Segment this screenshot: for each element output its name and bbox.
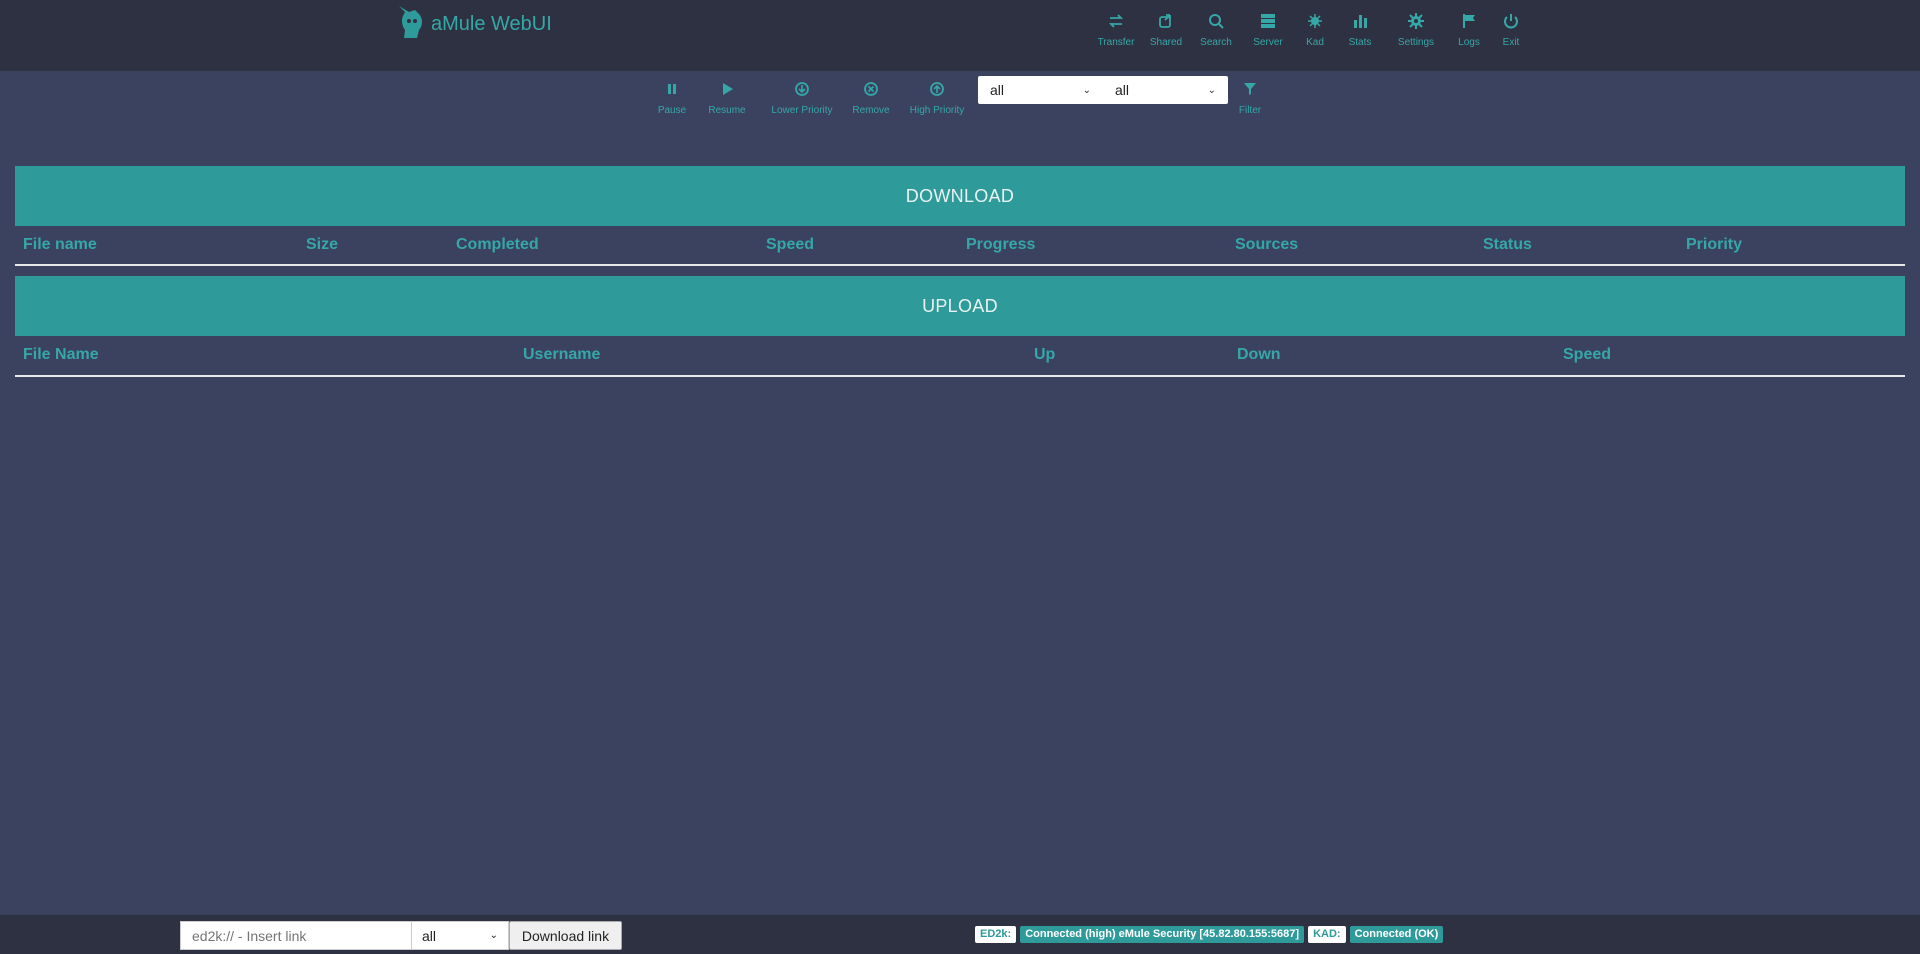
nav-settings[interactable]: Settings bbox=[1384, 12, 1448, 48]
main-nav: Transfer Shared Search Server Kad Stats … bbox=[1078, 12, 1532, 48]
pause-label: Pause bbox=[657, 105, 687, 116]
gear-icon bbox=[1408, 13, 1424, 29]
app-title: aMule WebUI bbox=[431, 12, 552, 35]
high-priority-label: High Priority bbox=[909, 105, 965, 116]
upload-title: UPLOAD bbox=[922, 295, 998, 316]
bar-chart-icon bbox=[1354, 15, 1367, 28]
kad-icon bbox=[1308, 14, 1322, 28]
power-icon bbox=[1504, 14, 1518, 29]
category-filter-value: all bbox=[1115, 82, 1130, 98]
nav-label: Exit bbox=[1502, 37, 1520, 48]
chevron-down-icon: ⌄ bbox=[1207, 84, 1216, 96]
transfer-toolbar: Pause Resume Lower Priority Remove High … bbox=[0, 80, 1920, 130]
arrow-up-circle-icon bbox=[930, 82, 944, 96]
column-progress[interactable]: Progress bbox=[966, 236, 1035, 254]
column-sources[interactable]: Sources bbox=[1235, 236, 1298, 254]
nav-exit[interactable]: Exit bbox=[1490, 12, 1532, 48]
search-icon bbox=[1209, 14, 1224, 29]
kad-label-badge: KAD: bbox=[1308, 926, 1346, 943]
column-size[interactable]: Size bbox=[306, 236, 338, 254]
column-file-name[interactable]: File Name bbox=[23, 346, 99, 364]
chevron-down-icon: ⌄ bbox=[489, 930, 498, 941]
share-icon bbox=[1159, 14, 1171, 28]
top-bar: aMule WebUI Transfer Shared Search Serve… bbox=[0, 0, 1920, 71]
connection-status: ED2k: Connected (high) eMule Security [4… bbox=[975, 926, 1444, 943]
remove-circle-icon bbox=[864, 82, 878, 96]
column-completed[interactable]: Completed bbox=[456, 236, 539, 254]
nav-label: Transfer bbox=[1097, 37, 1135, 48]
ed2k-label-badge: ED2k: bbox=[975, 926, 1017, 943]
nav-kad[interactable]: Kad bbox=[1294, 12, 1336, 48]
filter-selects: all ⌄ all ⌄ bbox=[978, 76, 1228, 104]
nav-logs[interactable]: Logs bbox=[1448, 12, 1490, 48]
link-category-select[interactable]: all ⌄ bbox=[411, 921, 509, 950]
nav-server[interactable]: Server bbox=[1242, 12, 1294, 48]
lower-priority-label: Lower Priority bbox=[771, 105, 833, 116]
nav-label: Server bbox=[1253, 37, 1283, 48]
download-title: DOWNLOAD bbox=[905, 185, 1015, 206]
upload-table-header: File Name Username Up Down Speed bbox=[15, 336, 1905, 377]
high-priority-button[interactable]: High Priority bbox=[906, 80, 968, 116]
nav-label: Shared bbox=[1149, 37, 1183, 48]
column-speed[interactable]: Speed bbox=[766, 236, 814, 254]
arrow-down-circle-icon bbox=[795, 82, 809, 96]
kad-status-badge: Connected (OK) bbox=[1349, 926, 1444, 943]
brand[interactable]: aMule WebUI bbox=[395, 4, 552, 45]
category-filter-select[interactable]: all ⌄ bbox=[1103, 76, 1228, 104]
chevron-down-icon: ⌄ bbox=[1082, 84, 1091, 96]
ed2k-link-input[interactable] bbox=[180, 921, 412, 950]
pause-icon bbox=[668, 84, 676, 94]
amule-logo-icon bbox=[395, 4, 427, 45]
flag-icon bbox=[1463, 14, 1475, 28]
remove-label: Remove bbox=[852, 105, 890, 116]
upload-header: UPLOAD bbox=[15, 276, 1905, 336]
ed2k-status-badge: Connected (high) eMule Security [45.82.8… bbox=[1020, 926, 1305, 943]
filter-button[interactable]: Filter bbox=[1234, 80, 1266, 116]
status-filter-value: all bbox=[990, 82, 1005, 98]
column-speed[interactable]: Speed bbox=[1563, 346, 1611, 364]
nav-shared[interactable]: Shared bbox=[1142, 12, 1190, 48]
column-up[interactable]: Up bbox=[1034, 346, 1055, 364]
nav-search[interactable]: Search bbox=[1190, 12, 1242, 48]
nav-transfer[interactable]: Transfer bbox=[1090, 12, 1142, 48]
nav-label: Kad bbox=[1306, 37, 1324, 48]
nav-label: Stats bbox=[1348, 37, 1372, 48]
download-table-header: File name Size Completed Speed Progress … bbox=[15, 226, 1905, 266]
status-filter-select[interactable]: all ⌄ bbox=[978, 76, 1103, 104]
remove-button[interactable]: Remove bbox=[850, 80, 892, 116]
column-priority[interactable]: Priority bbox=[1686, 236, 1742, 254]
nav-stats[interactable]: Stats bbox=[1336, 12, 1384, 48]
column-file-name[interactable]: File name bbox=[23, 236, 97, 254]
footer-bar: all ⌄ Download link ED2k: Connected (hig… bbox=[0, 915, 1920, 954]
nav-label: Logs bbox=[1458, 37, 1480, 48]
resume-button[interactable]: Resume bbox=[704, 80, 750, 116]
link-category-value: all bbox=[422, 927, 437, 944]
pause-button[interactable]: Pause bbox=[652, 80, 692, 116]
play-icon bbox=[723, 83, 733, 95]
download-link-button[interactable]: Download link bbox=[509, 921, 622, 950]
server-icon bbox=[1261, 14, 1275, 28]
resume-label: Resume bbox=[708, 105, 746, 116]
column-status[interactable]: Status bbox=[1483, 236, 1532, 254]
column-down[interactable]: Down bbox=[1237, 346, 1281, 364]
lower-priority-button[interactable]: Lower Priority bbox=[768, 80, 836, 116]
download-header: DOWNLOAD bbox=[15, 166, 1905, 226]
filter-icon bbox=[1244, 83, 1256, 95]
column-username[interactable]: Username bbox=[523, 346, 600, 364]
filter-label: Filter bbox=[1238, 105, 1262, 116]
nav-label: Settings bbox=[1397, 37, 1435, 48]
nav-label: Search bbox=[1200, 37, 1232, 48]
exchange-icon bbox=[1108, 14, 1124, 28]
